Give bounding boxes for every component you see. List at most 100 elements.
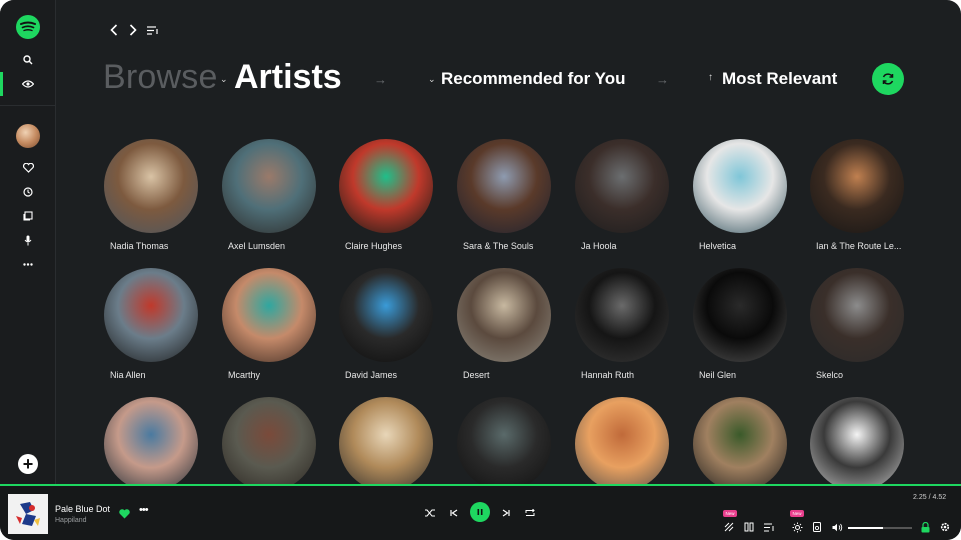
album-cover[interactable] [8,494,48,534]
queue-icon[interactable] [146,22,160,38]
more-icon[interactable]: ••• [139,504,149,516]
gear-icon[interactable] [939,521,951,533]
artist-card[interactable] [457,397,575,491]
track-artist[interactable]: Happiland [55,517,87,524]
artist-photo[interactable] [339,139,433,233]
chevron-down-icon[interactable]: ⌄ [428,74,436,85]
browse-title[interactable]: Browse [103,58,218,97]
pause-button[interactable] [470,502,490,522]
artist-card[interactable]: Nadia Thomas [104,139,222,251]
queue-icon[interactable] [763,521,775,533]
artist-photo[interactable] [575,397,669,491]
artist-card[interactable]: Ian & The Route Le... [810,139,928,251]
artist-card[interactable]: Ja Hoola [575,139,693,251]
artist-photo[interactable] [457,397,551,491]
artist-name[interactable]: Helvetica [699,241,736,251]
artist-card[interactable] [339,397,457,491]
artist-card[interactable]: Hannah Ruth [575,268,693,380]
artist-card[interactable]: David James [339,268,457,380]
artist-name[interactable]: Desert [463,370,490,380]
artist-photo[interactable] [222,139,316,233]
player-bar: Pale Blue Dot Happiland ••• 2.25 / 4.52 … [0,484,961,540]
spotify-logo-icon[interactable] [16,15,40,39]
volume-icon[interactable] [831,521,843,533]
sort-arrow-up-icon[interactable]: ↑ [708,72,713,83]
shuffle-icon[interactable] [424,507,436,519]
volume-slider[interactable] [848,527,912,529]
artist-name[interactable]: David James [345,370,397,380]
artist-name[interactable]: Nadia Thomas [110,241,168,251]
artist-name[interactable]: Neil Glen [699,370,736,380]
artist-name[interactable]: Nia Allen [110,370,146,380]
heart-icon[interactable] [18,160,38,176]
artist-card[interactable]: Neil Glen [693,268,811,380]
plus-icon[interactable]: + [18,454,38,474]
sun-icon[interactable] [791,521,803,533]
artist-card[interactable] [693,397,811,491]
lyrics-icon[interactable] [723,521,735,533]
refresh-button[interactable] [872,63,904,95]
previous-icon[interactable] [448,507,460,519]
artist-card[interactable]: Claire Hughes [339,139,457,251]
next-icon[interactable] [500,507,512,519]
forward-arrow-icon[interactable] [126,22,140,38]
artist-photo[interactable] [457,268,551,362]
artist-photo[interactable] [810,268,904,362]
artist-card[interactable]: Desert [457,268,575,380]
artist-photo[interactable] [457,139,551,233]
more-icon[interactable] [18,256,38,272]
artist-photo[interactable] [104,397,198,491]
artist-photo[interactable] [339,268,433,362]
artist-name[interactable]: Hannah Ruth [581,370,634,380]
artist-photo[interactable] [693,268,787,362]
artist-photo[interactable] [104,268,198,362]
new-badge: New [723,510,737,517]
back-arrow-icon[interactable] [107,22,121,38]
lock-icon[interactable] [919,521,931,533]
artist-name[interactable]: Axel Lumsden [228,241,285,251]
artist-photo[interactable] [575,139,669,233]
artist-photo[interactable] [693,139,787,233]
artist-card[interactable] [575,397,693,491]
sidebar: + [0,0,56,486]
artist-photo[interactable] [575,268,669,362]
avatar[interactable] [16,124,40,148]
chevron-down-icon[interactable]: ⌄ [220,74,228,85]
artist-photo[interactable] [222,397,316,491]
artist-name[interactable]: Ian & The Route Le... [816,241,901,251]
history-icon[interactable] [18,184,38,200]
artist-name[interactable]: Mcarthy [228,370,260,380]
eye-icon[interactable] [18,76,38,92]
artist-photo[interactable] [339,397,433,491]
artist-photo[interactable] [810,139,904,233]
artist-card[interactable]: Sara & The Souls [457,139,575,251]
microphone-icon[interactable] [18,232,38,248]
artist-name[interactable]: Ja Hoola [581,241,617,251]
artist-photo[interactable] [693,397,787,491]
speaker-device-icon[interactable] [811,521,823,533]
artist-photo[interactable] [104,139,198,233]
filter-recommended[interactable]: Recommended for You [441,69,626,89]
track-title[interactable]: Pale Blue Dot [55,504,110,514]
artist-name[interactable]: Sara & The Souls [463,241,533,251]
app-window: + Browse ⌄ Artists → ⌄ Recommended for Y… [0,0,961,540]
artist-name[interactable]: Skelco [816,370,843,380]
artist-photo[interactable] [222,268,316,362]
artist-photo[interactable] [810,397,904,491]
artist-card[interactable] [104,397,222,491]
artist-card[interactable]: Axel Lumsden [222,139,340,251]
sort-most-relevant[interactable]: Most Relevant [722,69,837,89]
device-icon[interactable] [743,521,755,533]
heart-icon[interactable] [119,506,130,524]
artist-card[interactable] [810,397,928,491]
artist-name[interactable]: Claire Hughes [345,241,402,251]
artist-card[interactable]: Helvetica [693,139,811,251]
repeat-icon[interactable] [524,507,536,519]
library-icon[interactable] [18,208,38,224]
page-title[interactable]: Artists [234,58,342,97]
artist-card[interactable]: Skelco [810,268,928,380]
search-icon[interactable] [18,52,38,68]
artist-card[interactable]: Mcarthy [222,268,340,380]
artist-card[interactable] [222,397,340,491]
artist-card[interactable]: Nia Allen [104,268,222,380]
